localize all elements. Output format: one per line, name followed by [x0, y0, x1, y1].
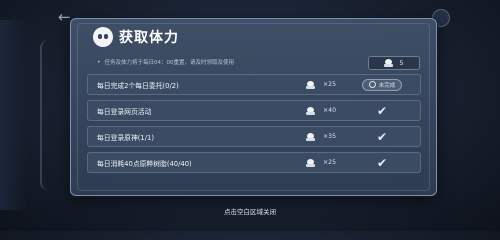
task-reward: ×25 [306, 158, 337, 167]
task-reward: ×35 [306, 132, 337, 141]
task-label: 每日消耗40点原粹树脂(40/40) [97, 159, 192, 168]
task-reward: ×40 [306, 106, 337, 115]
task-row: 每日登录网页活动 ×40 ✔ [87, 100, 421, 121]
task-status: ✔ [360, 129, 404, 144]
task-reward-amount: ×35 [323, 133, 337, 140]
task-reward-amount: ×40 [323, 107, 337, 114]
task-row: 每日登录原神(1/1) ×35 ✔ [87, 126, 421, 147]
stamina-icon [306, 80, 315, 89]
pending-badge[interactable]: 未完成 [362, 78, 402, 91]
task-row: 每日消耗40点原粹树脂(40/40) ×25 ✔ [87, 152, 421, 173]
reset-notice-text: 任务及体力将于每日04：00重置，请及时领取及使用 [104, 60, 235, 66]
task-reward-amount: ×25 [323, 81, 337, 88]
bullet-icon: • [97, 58, 101, 66]
reset-notice: • 任务及体力将于每日04：00重置，请及时领取及使用 [97, 58, 235, 67]
task-row: 每日完成2个每日委托(0/2) ×25 未完成 [87, 74, 421, 95]
task-reward: ×25 [306, 80, 337, 89]
task-label: 每日登录原神(1/1) [97, 133, 155, 142]
dialog-title: 获取体力 [119, 30, 179, 46]
task-status: 未完成 [360, 78, 404, 91]
task-label: 每日登录网页活动 [97, 107, 152, 116]
task-label: 每日完成2个每日委托(0/2) [97, 81, 179, 90]
pending-badge-text: 未完成 [378, 82, 396, 89]
task-list: 每日完成2个每日委托(0/2) ×25 未完成 每日登录网页活动 ×40 ✔ 每… [87, 74, 421, 178]
stamina-dialog: 获取体力 • 任务及体力将于每日04：00重置，请及时领取及使用 5 每日完成2… [70, 18, 437, 196]
paimon-icon [93, 27, 113, 47]
close-hint[interactable]: 点击空白区域关闭 [0, 206, 500, 216]
stamina-icon [384, 59, 394, 67]
stamina-value: 5 [399, 59, 404, 67]
task-status: ✔ [360, 155, 404, 170]
dialog-header: 获取体力 [93, 26, 179, 48]
checkmark-icon: ✔ [376, 103, 388, 118]
stamina-icon [306, 132, 315, 141]
stamina-icon [306, 106, 315, 115]
stamina-icon [306, 158, 315, 167]
checkmark-icon: ✔ [376, 129, 388, 144]
task-reward-amount: ×25 [323, 159, 337, 166]
task-status: ✔ [360, 103, 404, 118]
left-rail [0, 20, 28, 210]
stamina-counter: 5 [368, 56, 420, 70]
checkmark-icon: ✔ [376, 155, 388, 170]
clock-icon [368, 81, 376, 88]
